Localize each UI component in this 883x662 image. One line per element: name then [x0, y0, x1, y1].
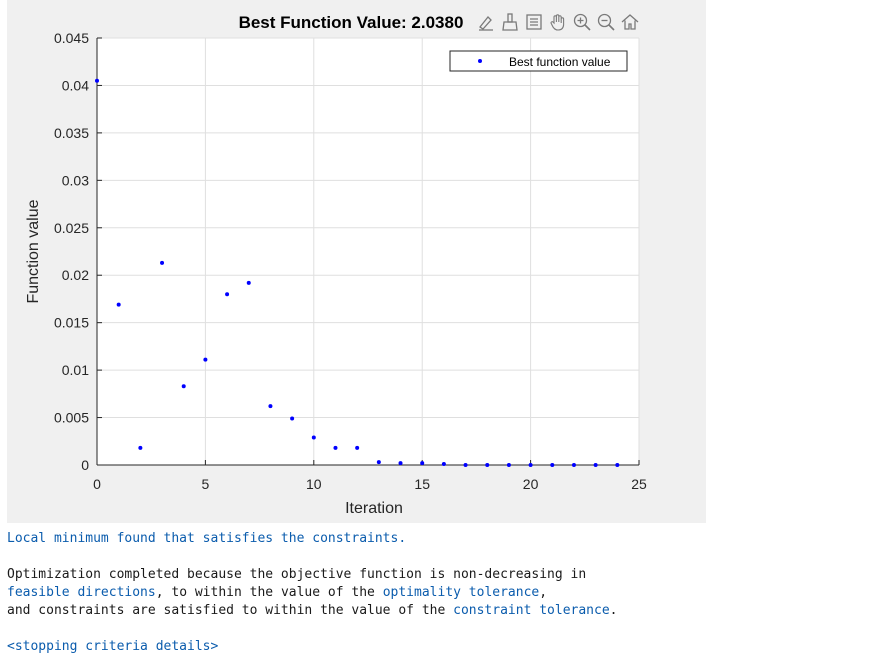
data-point[interactable] — [225, 292, 230, 297]
data-point[interactable] — [268, 404, 273, 409]
x-tick-label: 10 — [306, 476, 322, 492]
data-point[interactable] — [571, 463, 576, 467]
edit-plot-button[interactable] — [475, 11, 497, 33]
message-line-2-mid: , to within the value of the — [155, 585, 383, 600]
data-point[interactable] — [181, 384, 186, 389]
y-axis-title: Function value — [25, 199, 42, 303]
x-tick-label: 0 — [93, 476, 101, 492]
data-point[interactable] — [376, 460, 381, 465]
y-tick-label: 0 — [81, 457, 89, 473]
x-tick-label: 5 — [202, 476, 210, 492]
data-point[interactable] — [506, 463, 511, 467]
plot-area[interactable]: 0 5 10 15 20 25 0 0.005 0.01 0.015 0.02 0.025 0.03 0.… — [7, 0, 706, 523]
figure-panel: 0 5 10 15 20 25 0 0.005 0.01 0.015 0.02 0.025 0.03 0.… — [7, 0, 706, 523]
exit-message-text: Local minimum found that satisfies the c… — [7, 531, 407, 546]
chart-title: Best Function Value: 2.0380 — [239, 13, 464, 32]
legend-marker — [478, 59, 482, 63]
message-line-2: feasible directions, to within the value… — [7, 584, 877, 602]
data-point[interactable] — [290, 416, 295, 421]
edit-plot-icon — [479, 16, 493, 31]
command-window-output: Local minimum found that satisfies the c… — [7, 530, 877, 656]
zoom-in-icon — [573, 13, 591, 31]
home-icon — [621, 14, 639, 30]
legend-label: Best function value — [509, 55, 611, 69]
stopping-criteria-link[interactable]: <stopping criteria details> — [7, 639, 218, 654]
zoom-out-button[interactable] — [595, 11, 617, 33]
data-point[interactable] — [203, 357, 208, 362]
message-line-3-start: and constraints are satisfied to within … — [7, 603, 454, 618]
optimality-tolerance-link[interactable]: optimality tolerance — [383, 585, 540, 600]
x-tick-label: 15 — [414, 476, 430, 492]
message-line-2-end: , — [539, 585, 548, 600]
message-line-1: Optimization completed because the objec… — [7, 566, 877, 584]
data-point[interactable] — [333, 445, 338, 450]
data-point[interactable] — [441, 462, 446, 467]
zoom-out-icon — [597, 13, 615, 31]
data-point[interactable] — [398, 461, 403, 466]
axes-background — [97, 38, 639, 465]
data-point[interactable] — [355, 445, 360, 450]
stopping-criteria-line: <stopping criteria details> — [7, 638, 877, 656]
data-point[interactable] — [311, 435, 316, 440]
pan-button[interactable] — [547, 11, 569, 33]
brush-icon — [502, 13, 518, 31]
data-point[interactable] — [593, 463, 598, 467]
x-axis-title: Iteration — [345, 500, 403, 517]
y-tick-label: 0.01 — [62, 362, 89, 378]
x-tick-label: 25 — [631, 476, 647, 492]
data-point[interactable] — [95, 78, 99, 83]
data-point[interactable] — [116, 302, 121, 307]
data-point[interactable] — [463, 463, 468, 467]
y-tick-label: 0.035 — [54, 125, 89, 141]
constraint-tolerance-link[interactable]: constraint tolerance — [453, 603, 610, 618]
data-point[interactable] — [550, 463, 555, 467]
y-tick-label: 0.025 — [54, 220, 89, 236]
data-point[interactable] — [138, 445, 143, 450]
message-line-3-end: . — [609, 603, 618, 618]
data-tips-icon — [526, 14, 542, 30]
exit-message: Local minimum found that satisfies the c… — [7, 530, 877, 548]
y-tick-label: 0.005 — [54, 410, 89, 426]
data-point[interactable] — [246, 280, 251, 285]
home-button[interactable] — [619, 11, 641, 33]
message-line-1-text: Optimization completed because the objec… — [7, 567, 594, 582]
axes-toolbar — [475, 10, 641, 34]
y-tick-label: 0.02 — [62, 267, 89, 283]
data-point[interactable] — [160, 260, 165, 265]
feasible-directions-link[interactable]: feasible directions — [7, 585, 156, 600]
data-point[interactable] — [528, 463, 533, 467]
brush-button[interactable] — [499, 11, 521, 33]
zoom-in-button[interactable] — [571, 11, 593, 33]
y-tick-label: 0.03 — [62, 172, 89, 188]
pan-icon — [550, 14, 565, 31]
data-point[interactable] — [420, 461, 425, 466]
data-point[interactable] — [485, 463, 490, 467]
message-line-3: and constraints are satisfied to within … — [7, 602, 877, 620]
y-tick-label: 0.045 — [54, 30, 89, 46]
data-point[interactable] — [615, 463, 620, 467]
y-tick-label: 0.04 — [62, 77, 89, 93]
x-tick-label: 20 — [523, 476, 539, 492]
data-tips-button[interactable] — [523, 11, 545, 33]
y-tick-label: 0.015 — [54, 315, 89, 331]
